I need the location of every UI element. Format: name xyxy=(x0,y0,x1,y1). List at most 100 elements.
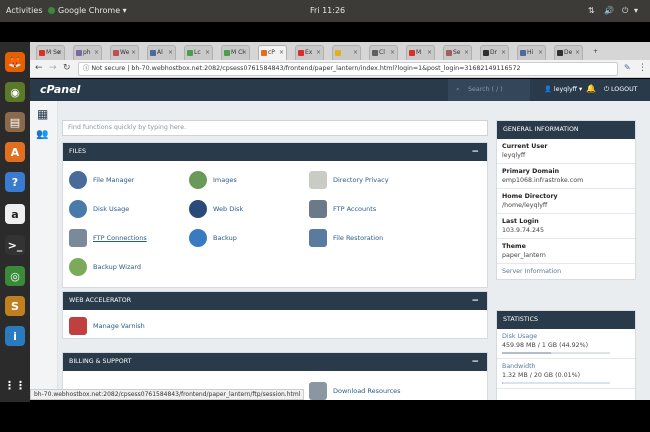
browser-tab[interactable]: Ex × xyxy=(295,45,324,60)
browser-tab[interactable]: ph × xyxy=(73,45,102,60)
menu-icon[interactable]: ⋮ xyxy=(638,63,647,73)
browser-tab[interactable]: Lc × xyxy=(184,45,213,60)
close-icon[interactable]: × xyxy=(390,46,395,59)
close-icon[interactable]: × xyxy=(242,46,247,59)
firefox-icon[interactable]: 🦊 xyxy=(5,52,25,72)
volume-icon[interactable]: 🔊 xyxy=(604,6,614,15)
download-resources-link[interactable]: Download Resources xyxy=(309,381,401,400)
billing-support-header[interactable]: BILLING & SUPPORT − xyxy=(63,353,487,371)
tab-label: M xyxy=(416,49,422,56)
disk-usage-stat[interactable]: Disk Usage 459.98 MB / 1 GB (44.92%) xyxy=(497,329,635,359)
browser-tab[interactable]: M × xyxy=(406,45,435,60)
close-icon[interactable]: × xyxy=(464,46,469,59)
backup-wizard-link[interactable]: Backup Wizard xyxy=(69,257,141,277)
web-disk-link[interactable]: Web Disk xyxy=(189,199,243,219)
close-icon[interactable]: × xyxy=(57,46,62,59)
cpanel-search-input[interactable]: ⌕ Search ( / ) xyxy=(448,79,530,101)
close-icon[interactable]: × xyxy=(316,46,321,59)
browser-tab[interactable]: × xyxy=(332,45,361,60)
find-functions-input[interactable]: Find functions quickly by typing here. xyxy=(62,120,488,136)
forward-icon[interactable]: → xyxy=(49,63,57,73)
extension-icon[interactable]: ✎ xyxy=(624,63,631,72)
close-icon[interactable]: × xyxy=(279,46,284,59)
reload-icon[interactable]: ↻ xyxy=(63,63,71,73)
launcher-dock: 🦊 ◉ ▤ A? a >_ ◎ Si ⋮⋮ xyxy=(0,42,30,402)
collapse-icon[interactable]: − xyxy=(471,143,479,161)
cpanel-logo[interactable]: cPanel xyxy=(40,83,80,96)
images-link[interactable]: Images xyxy=(189,170,237,190)
cpanel-body: ▦ 👥 Find functions quickly by typing her… xyxy=(30,101,650,400)
users-icon[interactable]: 👥 xyxy=(36,129,48,140)
browser-tab[interactable]: Se × xyxy=(443,45,472,60)
logout-label: LOGOUT xyxy=(611,86,638,93)
chevron-down-icon[interactable]: ▾ xyxy=(634,6,638,15)
backup-link[interactable]: Backup xyxy=(189,228,237,248)
back-icon[interactable]: ← xyxy=(35,63,43,73)
close-icon[interactable]: × xyxy=(353,46,358,59)
terminal-icon[interactable]: >_ xyxy=(5,235,25,255)
libreoffice-icon[interactable]: i xyxy=(5,326,25,346)
tab-favicon-icon xyxy=(150,49,156,56)
apps-grid-icon[interactable]: ⋮⋮ xyxy=(4,375,26,395)
home-directory-row: Home Directory /home/leyqlyff xyxy=(497,189,635,214)
general-information-panel: GENERAL INFORMATION Current User leyqlyf… xyxy=(496,120,636,280)
disk-usage-stat-value: 459.98 MB / 1 GB (44.92%) xyxy=(502,342,589,349)
system-top-bar: Activities Google Chrome ▾ Fri 11:26 ⇅ 🔊… xyxy=(0,0,650,22)
close-icon[interactable]: × xyxy=(575,46,580,59)
browser-tab[interactable]: Dr × xyxy=(480,45,509,60)
web-accelerator-header[interactable]: WEB ACCELERATOR − xyxy=(63,292,487,310)
ftp-accounts-link-label: FTP Accounts xyxy=(333,205,377,213)
browser-tab[interactable]: Hi × xyxy=(517,45,546,60)
collapse-icon[interactable]: − xyxy=(471,292,479,310)
amazon-icon[interactable]: a xyxy=(5,204,25,224)
files-icon[interactable]: ▤ xyxy=(5,112,25,132)
close-icon[interactable]: × xyxy=(427,46,432,59)
close-icon[interactable]: × xyxy=(538,46,543,59)
network-icon[interactable]: ⇅ xyxy=(588,6,595,15)
close-icon[interactable]: × xyxy=(501,46,506,59)
sublime-icon[interactable]: S xyxy=(5,296,25,316)
user-menu[interactable]: 👤 leyqlyff ▾ xyxy=(534,79,588,101)
browser-tab[interactable]: cP × xyxy=(258,45,287,60)
cpanel-sidebar: ▦ 👥 xyxy=(30,101,58,400)
new-tab-button[interactable]: + xyxy=(591,45,605,60)
close-icon[interactable]: × xyxy=(168,46,173,59)
browser-tab[interactable]: M Cl × xyxy=(221,45,250,60)
help-icon[interactable]: ? xyxy=(5,172,25,192)
ftp-connections-link[interactable]: FTP Connections xyxy=(69,228,147,248)
bandwidth-stat[interactable]: Bandwidth 1.32 MB / 20 GB (0.01%) xyxy=(497,359,635,389)
search-icon: ⌕ xyxy=(456,86,460,93)
grid-icon[interactable]: ▦ xyxy=(37,107,48,121)
browser-tab[interactable]: De × xyxy=(554,45,583,60)
backup-link-label: Backup xyxy=(213,234,237,242)
activities-button[interactable]: Activities xyxy=(6,6,43,15)
logout-button[interactable]: ⏻ LOGOUT xyxy=(604,79,638,101)
manage-varnish-link[interactable]: Manage Varnish xyxy=(69,316,145,336)
power-icon[interactable]: ⏻ xyxy=(622,6,628,16)
app-menu[interactable]: Google Chrome ▾ xyxy=(48,6,127,15)
tab-label: Al xyxy=(157,49,163,56)
files-panel-header[interactable]: FILES − xyxy=(63,143,487,161)
software-center-icon[interactable]: A xyxy=(5,142,25,162)
browser-tab[interactable]: We × xyxy=(110,45,139,60)
close-icon[interactable]: × xyxy=(94,46,99,59)
browser-tab[interactable]: Al × xyxy=(147,45,176,60)
directory-privacy-link[interactable]: Directory Privacy xyxy=(309,170,389,190)
ftp-connections-icon xyxy=(69,229,87,247)
disk-usage-link[interactable]: Disk Usage xyxy=(69,199,129,219)
file-manager-link[interactable]: File Manager xyxy=(69,170,134,190)
chrome-icon[interactable]: ◎ xyxy=(5,266,25,286)
rhythmbox-icon[interactable]: ◉ xyxy=(5,82,25,102)
browser-tab[interactable]: M Se × xyxy=(36,45,65,60)
clock[interactable]: Fri 11:26 xyxy=(310,6,345,15)
browser-tab[interactable]: Cl × xyxy=(369,45,398,60)
close-icon[interactable]: × xyxy=(131,46,136,59)
disk-usage-link-label: Disk Usage xyxy=(93,205,130,213)
server-information-link[interactable]: Server Information xyxy=(497,264,635,279)
file-restoration-link[interactable]: File Restoration xyxy=(309,228,383,248)
url-bar[interactable]: ⓘ Not secure | bh-70.webhostbox.net:2082… xyxy=(78,62,618,76)
ftp-accounts-link[interactable]: FTP Accounts xyxy=(309,199,376,219)
bell-icon[interactable]: 🔔 xyxy=(586,84,596,96)
collapse-icon[interactable]: − xyxy=(471,353,479,371)
close-icon[interactable]: × xyxy=(205,46,210,59)
